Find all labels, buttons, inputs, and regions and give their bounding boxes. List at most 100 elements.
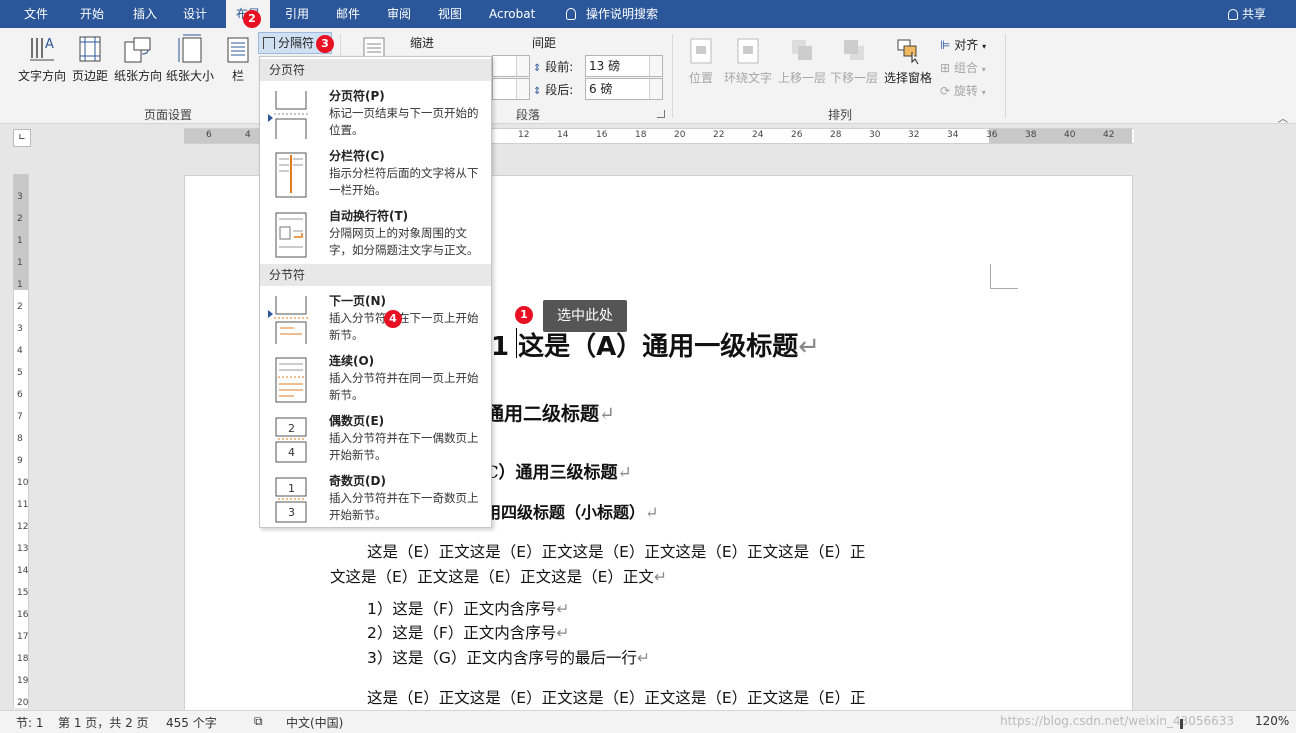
menu-item-column-break[interactable]: 分栏符(C) 指示分栏符后面的文字将从下一栏开始。 (260, 147, 491, 203)
tab-acrobat[interactable]: Acrobat (489, 0, 535, 28)
ruler-number: 1 (17, 258, 23, 268)
ribbon: A 文字方向 页边距 纸张方向 纸张大小 栏 分隔符 页面设置 缩进 间距 ⇕ … (0, 28, 1296, 125)
body-paragraph-line[interactable]: 文这是（E）正文这是（E）正文这是（E）正文↵ (330, 565, 667, 587)
ruler-number: 2 (17, 214, 23, 224)
zoom-slider-thumb[interactable] (1180, 719, 1183, 729)
ruler-number: 20 (17, 698, 29, 708)
ruler-number: 3 (17, 192, 23, 202)
size-button[interactable]: 纸张大小 (165, 34, 215, 84)
menu-item-odd-page[interactable]: 13 奇数页(D) 插入分节符并在下一奇数页上开始新节。 (260, 472, 491, 528)
ruler-number: 22 (713, 130, 725, 140)
indent-right-input[interactable] (492, 78, 530, 100)
ruler-number: 12 (518, 130, 530, 140)
ruler-number: 18 (17, 654, 29, 664)
page-break-icon (274, 91, 308, 139)
column-break-icon (275, 152, 307, 198)
collapse-ribbon-icon[interactable]: ︿ (1278, 110, 1288, 125)
paragraph-group-label: 段落 (516, 108, 541, 122)
arrange-group-label: 排列 (828, 108, 853, 122)
word-count[interactable]: 455 个字 (166, 714, 217, 731)
position-button[interactable]: 位置 (684, 36, 718, 86)
menu-item-text-wrapping-break[interactable]: 自动换行符(T) 分隔网页上的对象周围的文字，如分隔题注文字与正文。 (260, 207, 491, 263)
menu-item-next-page[interactable]: 下一页(N) 插入分节符并在下一页上开始新节。 (260, 292, 491, 348)
list-item[interactable]: 3）这是（G）正文内含序号的最后一行↵ (367, 646, 650, 668)
ruler-number: 16 (596, 130, 608, 140)
ruler-number: 16 (17, 610, 29, 620)
ruler-number: 5 (17, 368, 23, 378)
rotate-button[interactable]: ⟳ 旋转 ▾ (940, 82, 986, 99)
ruler-number: 1 (17, 236, 23, 246)
ruler-number: 4 (245, 130, 251, 140)
selection-pane-button[interactable]: 选择窗格 (882, 36, 934, 86)
tab-insert[interactable]: 插入 (133, 0, 157, 28)
svg-text:3: 3 (288, 506, 295, 519)
menu-item-title: 分页符(P) (329, 89, 385, 103)
spacing-before-icon: ⇕ (533, 63, 542, 74)
tab-file[interactable]: 文件 (24, 0, 48, 28)
svg-text:2: 2 (288, 422, 295, 435)
bring-forward-button[interactable]: 上移一层 (776, 36, 828, 86)
text-direction-icon: A (30, 37, 54, 61)
list-item[interactable]: 2）这是（F）正文内含序号↵ (367, 621, 569, 643)
wrap-text-button[interactable]: 环绕文字 (722, 36, 774, 86)
person-icon (1228, 9, 1238, 20)
heading-3[interactable]: C）通用三级标题↵ (485, 458, 632, 483)
section-indicator[interactable]: 节: 1 (16, 714, 44, 731)
lightbulb-icon (566, 8, 576, 20)
breaks-dropdown-menu: 分页符 分页符(P) 标记一页结束与下一页开始的位置。 分栏符(C) 指示分栏符… (259, 56, 492, 528)
language-indicator[interactable]: 中文(中国) (286, 714, 343, 731)
paragraph-dialog-launcher-icon[interactable] (657, 110, 665, 118)
menu-item-even-page[interactable]: 24 偶数页(E) 插入分节符并在下一偶数页上开始新节。 (260, 412, 491, 468)
share-button[interactable]: 共享 (1228, 0, 1266, 28)
rotate-icon: ⟳ (940, 84, 951, 98)
align-button[interactable]: ⊫ 对齐 ▾ (940, 36, 986, 53)
heading-4[interactable]: 用四级标题（小标题）↵ (485, 499, 658, 523)
body-paragraph-line[interactable]: 这是（E）正文这是（E）正文这是（E）正文这是（E）正文这是（E）正 (367, 686, 865, 708)
menu-item-page-break[interactable]: 分页符(P) 标记一页结束与下一页开始的位置。 (260, 87, 491, 143)
ruler-number: 26 (791, 130, 803, 140)
spacing-before-input[interactable]: 13 磅 (585, 55, 663, 77)
menu-item-title: 自动换行符(T) (329, 209, 409, 223)
body-paragraph-line[interactable]: 这是（E）正文这是（E）正文这是（E）正文这是（E）正文这是（E）正 (367, 540, 865, 562)
send-backward-button[interactable]: 下移一层 (828, 36, 880, 86)
ruler-number: 2 (17, 302, 23, 312)
proofing-icon[interactable]: ⧉ (254, 714, 263, 729)
columns-button[interactable]: 栏 (224, 34, 252, 84)
ruler-number: 19 (17, 676, 29, 686)
tab-design[interactable]: 设计 (183, 0, 207, 28)
spacing-after-input[interactable]: 6 磅 (585, 78, 663, 100)
menu-item-desc: 指示分栏符后面的文字将从下一栏开始。 (329, 166, 479, 197)
even-page-section-icon: 24 (275, 417, 307, 463)
text-direction-button[interactable]: A 文字方向 (16, 34, 68, 84)
zoom-level[interactable]: 120% (1255, 714, 1289, 728)
tab-references[interactable]: 引用 (285, 0, 309, 28)
group-button[interactable]: ⊞ 组合 ▾ (940, 59, 986, 76)
chevron-down-icon: ▾ (981, 88, 986, 97)
heading-1[interactable]: 1 这是（A）通用一级标题↵ (491, 326, 820, 363)
tab-view[interactable]: 视图 (438, 0, 462, 28)
indent-label: 缩进 (410, 36, 435, 50)
menu-item-continuous[interactable]: 连续(O) 插入分节符并在同一页上开始新节。 (260, 352, 491, 408)
indent-left-input[interactable] (492, 55, 530, 77)
ruler-number: 6 (17, 390, 23, 400)
step-badge-2: 2 (243, 10, 261, 28)
vertical-ruler[interactable]: 3 2 1 1 1 2 3 4 5 6 7 8 9 10 11 12 13 14 15 16 17 18 19 20 (13, 174, 29, 708)
tab-home[interactable]: 开始 (80, 0, 104, 28)
before-label: ⇕ 段前: (533, 60, 574, 74)
tab-review[interactable]: 审阅 (387, 0, 411, 28)
menu-item-desc: 插入分节符并在下一偶数页上开始新节。 (329, 431, 479, 462)
margins-button[interactable]: 页边距 (70, 34, 110, 84)
orientation-button[interactable]: 纸张方向 (112, 34, 164, 84)
menu-item-desc: 标记一页结束与下一页开始的位置。 (329, 106, 479, 137)
tell-me-search[interactable]: 操作说明搜索 (566, 0, 658, 28)
ruler-number: 30 (869, 130, 881, 140)
tab-selector[interactable]: ∟ (13, 129, 31, 147)
menu-item-title: 偶数页(E) (329, 414, 385, 428)
ruler-number: 24 (752, 130, 764, 140)
list-item[interactable]: 1）这是（F）正文内含序号↵ (367, 597, 569, 619)
ruler-number: 10 (17, 478, 29, 488)
status-bar: 节: 1 第 1 页，共 2 页 455 个字 ⧉ 中文(中国) https:/… (0, 710, 1296, 733)
page-indicator[interactable]: 第 1 页，共 2 页 (58, 714, 149, 731)
heading-2[interactable]: 通用二级标题↵ (485, 399, 615, 426)
tab-mailings[interactable]: 邮件 (336, 0, 360, 28)
